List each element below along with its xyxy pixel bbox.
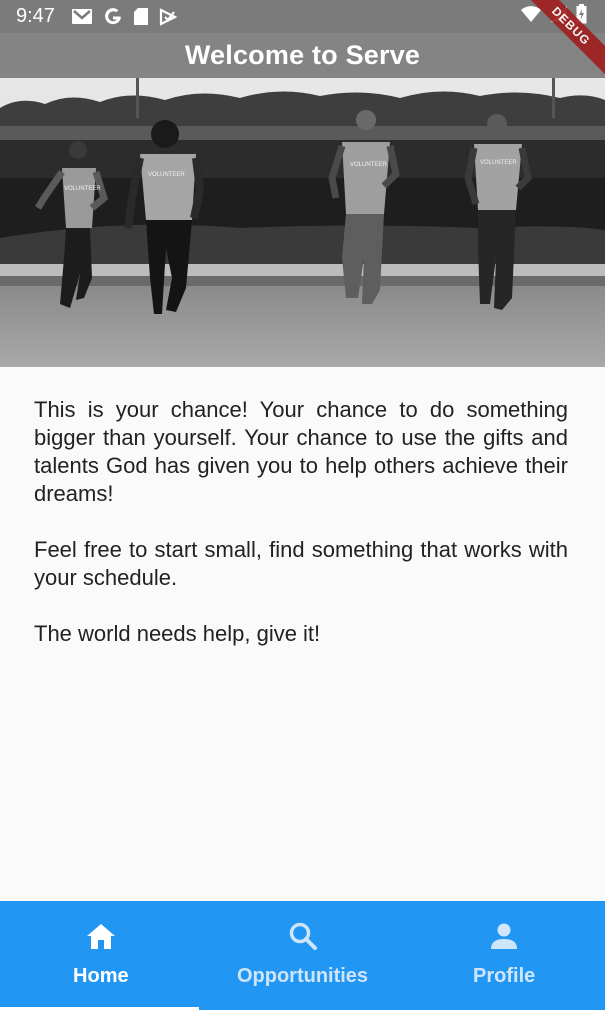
app-screen: 9:47 Welcome to Serve DEBUG VOLUNTEER VO… <box>0 0 605 1010</box>
hero-image: VOLUNTEER VOLUNTEER VOLUNTEER VOLUNTEER <box>0 78 605 367</box>
notification-icons <box>71 7 177 27</box>
nav-label: Profile <box>473 965 536 987</box>
search-icon <box>288 921 318 951</box>
volunteers-running-photo: VOLUNTEER VOLUNTEER VOLUNTEER VOLUNTEER <box>0 78 605 367</box>
play-protect-icon <box>159 7 177 26</box>
google-icon <box>103 7 123 27</box>
nav-label: Opportunities <box>236 965 369 987</box>
bottom-navigation: Home Opportunities Profile <box>0 901 605 1010</box>
shirt-text: VOLUNTEER <box>64 186 101 192</box>
intro-paragraph: Feel free to start small, find something… <box>34 537 568 590</box>
page-title: Welcome to Serve <box>184 40 421 70</box>
screen-edge <box>605 0 610 1010</box>
nav-item-home[interactable]: Home <box>0 901 202 1010</box>
nav-item-profile[interactable]: Profile <box>403 901 605 1010</box>
gmail-icon <box>71 8 93 25</box>
sd-card-icon <box>133 7 149 26</box>
intro-paragraph: The world needs help, give it! <box>34 621 321 646</box>
shirt-text: VOLUNTEER <box>148 172 185 178</box>
person-icon <box>490 921 518 951</box>
shirt-text: VOLUNTEER <box>480 160 517 166</box>
status-time: 9:47 <box>16 5 55 27</box>
app-bar: Welcome to Serve <box>0 33 605 78</box>
nav-item-opportunities[interactable]: Opportunities <box>202 901 404 1010</box>
status-bar: 9:47 <box>0 0 605 33</box>
intro-text: This is your chance! Your chance to do s… <box>34 396 568 676</box>
home-icon <box>85 921 117 951</box>
nav-label: Home <box>73 965 129 987</box>
intro-paragraph: This is your chance! Your chance to do s… <box>34 397 568 506</box>
shirt-text: VOLUNTEER <box>350 162 387 168</box>
